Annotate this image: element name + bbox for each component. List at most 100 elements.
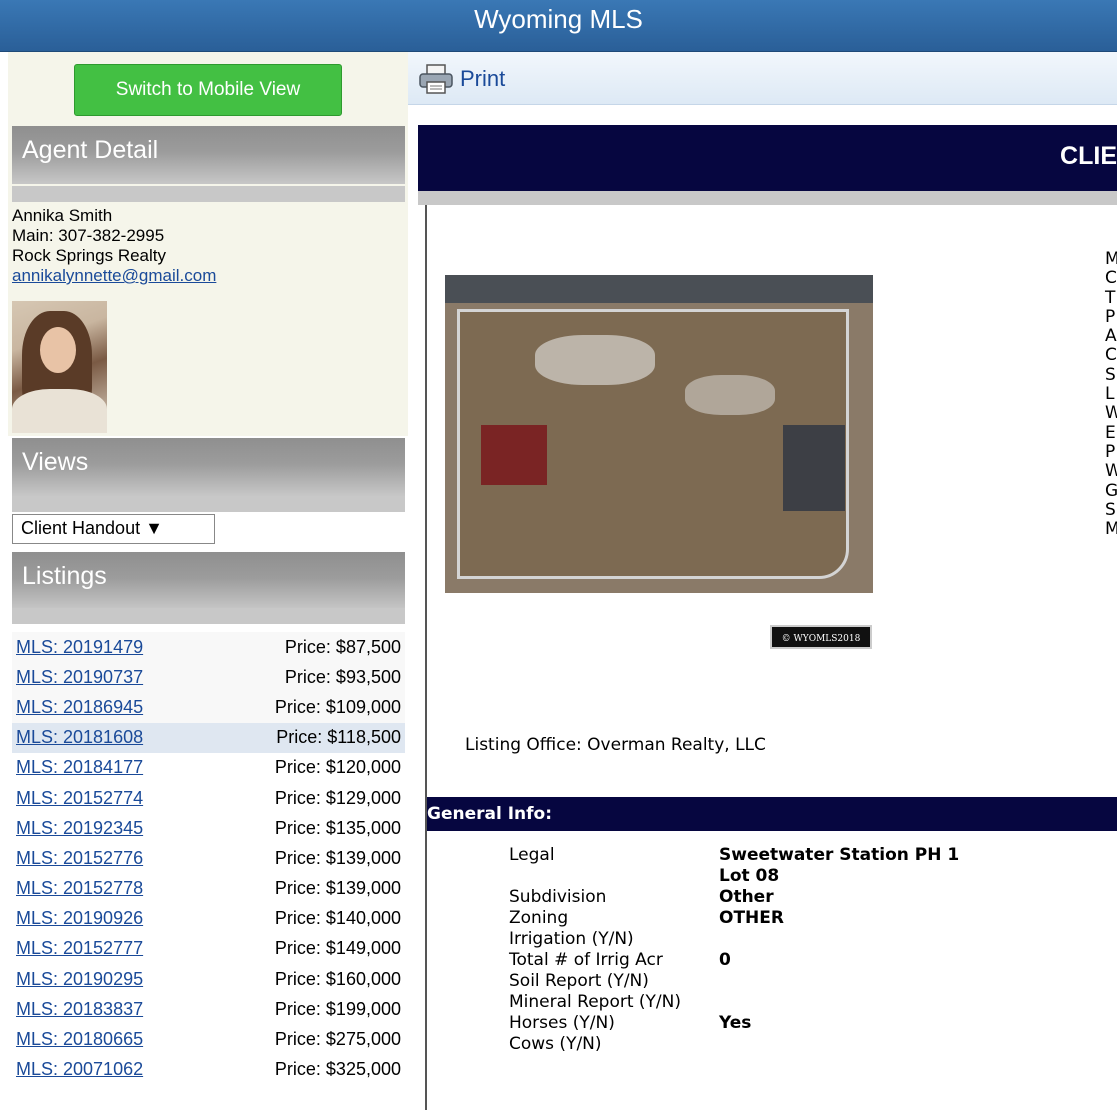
info-label: S: [1105, 499, 1116, 520]
listing-mls-link[interactable]: MLS: 20183837: [16, 999, 143, 1020]
table-row: Soil Report (Y/N): [509, 971, 989, 992]
info-label: W: [1105, 403, 1117, 424]
listing-mls-link[interactable]: MLS: 20180665: [16, 1029, 143, 1050]
list-item[interactable]: MLS: 20071062 Price: $325,000: [12, 1055, 405, 1085]
listing-price: Price: $135,000: [274, 817, 401, 838]
info-label: E: [1105, 422, 1116, 443]
switch-mobile-view-button[interactable]: Switch to Mobile View: [74, 64, 342, 116]
general-info-table: Legal Sweetwater Station PH 1 Lot 08 Subd…: [509, 845, 989, 1055]
agent-info: Annika Smith Main: 307-382-2995 Rock Spr…: [12, 206, 216, 286]
listing-mls-link[interactable]: MLS: 20071062: [16, 1059, 143, 1080]
field-label: Horses (Y/N): [509, 1013, 615, 1033]
table-row: Total # of Irrig Acr 0: [509, 950, 989, 971]
listing-price: Price: $93,500: [284, 666, 401, 687]
table-row: Cows (Y/N): [509, 1034, 989, 1055]
table-row: Mineral Report (Y/N): [509, 992, 989, 1013]
info-label: G: [1105, 480, 1117, 501]
photo-watermark: © WYOMLS2018: [770, 625, 872, 649]
field-label: Mineral Report (Y/N): [509, 992, 682, 1012]
listing-mls-link[interactable]: MLS: 20181608: [16, 727, 143, 748]
info-label: A: [1105, 326, 1117, 347]
list-item[interactable]: MLS: 20152776 Price: $139,000: [12, 843, 405, 873]
agent-detail-heading: Agent Detail: [12, 126, 405, 184]
agent-phone: Main: 307-382-2995: [12, 226, 165, 245]
listing-mls-link[interactable]: MLS: 20184177: [16, 757, 143, 778]
listing-mls-link[interactable]: MLS: 20152778: [16, 878, 143, 899]
field-value: Sweetwater Station PH 1 Lot 08: [719, 845, 960, 886]
listings-bar: [12, 608, 405, 624]
general-info-heading: General Info:: [427, 797, 1117, 831]
list-item[interactable]: MLS: 20180665 Price: $275,000: [12, 1024, 405, 1054]
print-link[interactable]: Print: [460, 66, 505, 92]
field-label: Cows (Y/N): [509, 1034, 602, 1054]
info-label: M: [1105, 519, 1117, 540]
agent-detail-bar: [12, 186, 405, 202]
info-label: T: [1105, 287, 1116, 308]
listing-price: Price: $149,000: [274, 938, 401, 959]
listing-mls-link[interactable]: MLS: 20192345: [16, 818, 143, 839]
listing-mls-link[interactable]: MLS: 20152777: [16, 938, 143, 959]
list-item[interactable]: MLS: 20191479 Price: $87,500: [12, 632, 405, 663]
listing-mls-link[interactable]: MLS: 20190926: [16, 908, 143, 929]
table-row: Horses (Y/N) Yes: [509, 1013, 989, 1034]
left-sidebar: Switch to Mobile View Agent Detail Annik…: [8, 52, 408, 1110]
listing-mls-link[interactable]: MLS: 20152776: [16, 848, 143, 869]
list-item[interactable]: MLS: 20152777 Price: $149,000: [12, 934, 405, 964]
info-label: P: [1105, 441, 1116, 462]
table-row: Irrigation (Y/N): [509, 929, 989, 950]
views-select[interactable]: Client Handout ▼: [12, 514, 215, 544]
list-item[interactable]: MLS: 20152778 Price: $139,000: [12, 874, 405, 904]
listing-mls-link[interactable]: MLS: 20186945: [16, 697, 143, 718]
list-item-highlighted[interactable]: MLS: 20181608 Price: $118,500: [12, 722, 405, 753]
report-content: © WYOMLS2018 M C T P A C S L W E P W G S…: [425, 205, 1117, 1110]
list-item[interactable]: MLS: 20186945 Price: $109,000: [12, 692, 405, 723]
listing-price: Price: $325,000: [274, 1059, 401, 1080]
listing-price: Price: $275,000: [274, 1029, 401, 1050]
table-row: Subdivision Other: [509, 887, 989, 908]
listing-price: Price: $129,000: [274, 787, 401, 808]
field-value: [719, 1034, 989, 1055]
listing-price: Price: $109,000: [274, 696, 401, 717]
listing-price: Price: $118,500: [276, 727, 401, 748]
listing-mls-link[interactable]: MLS: 20190737: [16, 667, 143, 688]
info-label: C: [1105, 268, 1117, 289]
print-toolbar: Print: [408, 52, 1117, 105]
info-label: M: [1105, 249, 1117, 269]
report-header: CLIE: [418, 125, 1117, 191]
listing-price: Price: $87,500: [284, 636, 401, 657]
list-item[interactable]: MLS: 20184177 Price: $120,000: [12, 753, 405, 783]
listing-mls-link[interactable]: MLS: 20190295: [16, 969, 143, 990]
agent-email-link[interactable]: annikalynnette@gmail.com: [12, 266, 216, 285]
info-label: L: [1105, 384, 1115, 405]
field-value: OTHER: [719, 908, 784, 928]
views-heading: Views: [12, 438, 405, 496]
info-label: C: [1105, 345, 1117, 366]
listing-mls-link[interactable]: MLS: 20152774: [16, 788, 143, 809]
list-item[interactable]: MLS: 20192345 Price: $135,000: [12, 813, 405, 843]
info-label: W: [1105, 461, 1117, 482]
list-item[interactable]: MLS: 20183837 Price: $199,000: [12, 994, 405, 1024]
field-value: [719, 971, 989, 992]
app-title: Wyoming MLS: [474, 4, 643, 34]
report-header-strip: [418, 191, 1117, 205]
field-label: Total # of Irrig Acr: [509, 950, 663, 970]
printer-icon[interactable]: [418, 63, 454, 95]
agent-photo: [12, 301, 107, 433]
field-value: [719, 929, 989, 950]
field-value: 0: [719, 950, 731, 970]
listing-price: Price: $120,000: [274, 757, 401, 778]
listing-mls-link[interactable]: MLS: 20191479: [16, 637, 143, 658]
table-row: Legal Sweetwater Station PH 1 Lot 08: [509, 845, 989, 887]
info-label: P: [1105, 306, 1116, 327]
listing-price: Price: $140,000: [274, 908, 401, 929]
list-item[interactable]: MLS: 20190737 Price: $93,500: [12, 662, 405, 693]
listing-price: Price: $139,000: [274, 878, 401, 899]
info-label: S: [1105, 364, 1116, 385]
listing-price: Price: $139,000: [274, 847, 401, 868]
list-item[interactable]: MLS: 20190295 Price: $160,000: [12, 964, 405, 994]
listing-office: Listing Office: Overman Realty, LLC: [465, 735, 766, 755]
list-item[interactable]: MLS: 20190926 Price: $140,000: [12, 904, 405, 934]
list-item[interactable]: MLS: 20152774 Price: $129,000: [12, 783, 405, 813]
field-label: Irrigation (Y/N): [509, 929, 634, 949]
agent-office: Rock Springs Realty: [12, 246, 167, 265]
